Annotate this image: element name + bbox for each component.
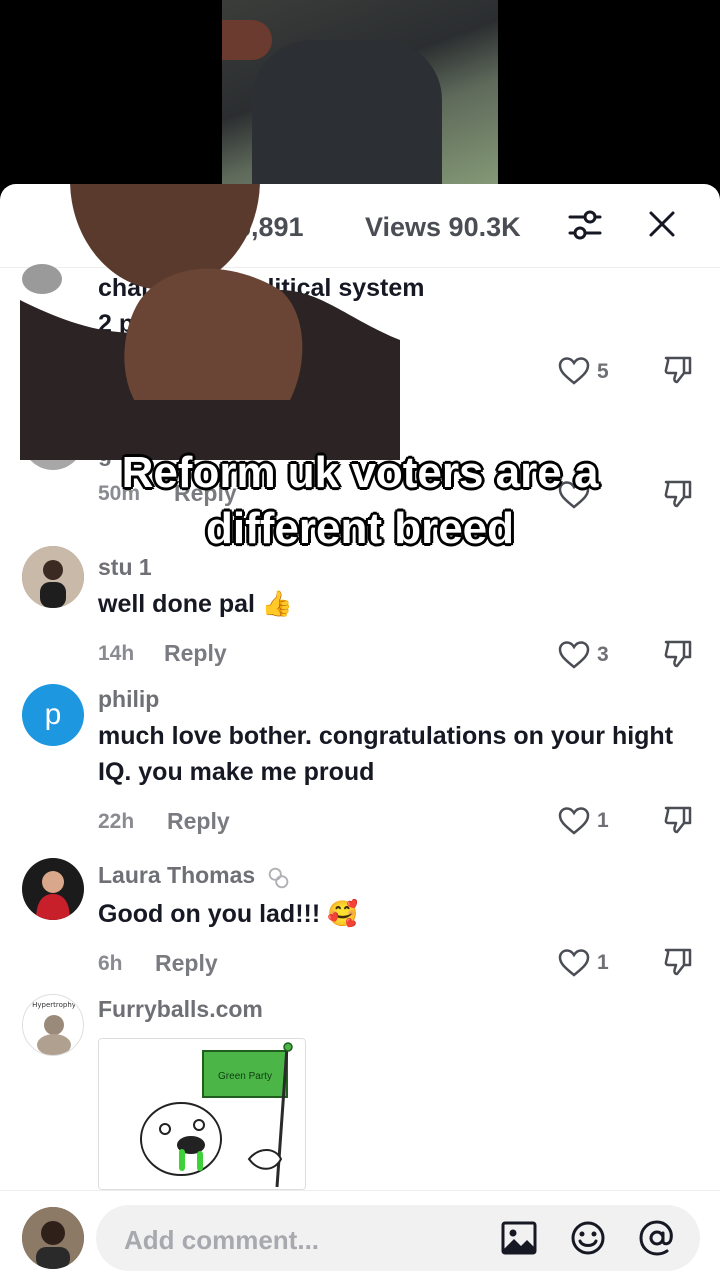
video-caption-line-1: Reform uk voters are a — [121, 448, 599, 497]
comment-username[interactable]: stu 1 — [98, 554, 152, 581]
comment-text: much love bother. congratulations on you… — [98, 722, 674, 786]
gif-sticker[interactable]: Green Party — [98, 1038, 306, 1190]
dislike-icon[interactable] — [662, 946, 694, 978]
image-icon[interactable] — [500, 1219, 538, 1257]
emoji-icon[interactable] — [569, 1219, 607, 1257]
comment-time: 22h — [98, 810, 135, 833]
heart-icon[interactable] — [558, 356, 590, 386]
comment-composer: Add comment... — [0, 1190, 720, 1280]
comment-time: 14h — [98, 642, 135, 665]
avatar-hypertrophy-icon: Hypertrophy — [23, 995, 83, 1055]
video-frame-right — [222, 0, 498, 200]
avatar[interactable] — [22, 858, 84, 920]
close-icon[interactable] — [644, 206, 680, 242]
person-jacket — [252, 40, 442, 200]
reply-button[interactable]: Reply — [167, 808, 230, 835]
avatar-person-icon — [22, 858, 84, 920]
avatar-person-icon — [22, 1207, 84, 1269]
like-count: 3 — [597, 643, 609, 666]
filter-icon[interactable] — [566, 206, 604, 244]
comment-username[interactable]: Laura Thomas — [98, 862, 255, 889]
comment-sheet: 6,891 Views 90.3K change the political s… — [0, 184, 720, 1280]
avatar[interactable] — [22, 546, 84, 608]
svg-text:Hypertrophy: Hypertrophy — [32, 1001, 76, 1009]
person-mouth — [222, 20, 272, 60]
dislike-icon[interactable] — [662, 804, 694, 836]
comment-time: 6h — [98, 952, 123, 975]
gender-symbol-icon — [268, 867, 289, 889]
comment-username[interactable]: Furryballs.com — [98, 996, 263, 1023]
comment-text: well done pal 👍 — [98, 590, 294, 618]
person-overlay-image — [20, 184, 400, 460]
like-count: 5 — [597, 360, 609, 383]
reply-button[interactable]: Reply — [164, 640, 227, 667]
avatar-person-icon — [22, 546, 84, 608]
video-background — [0, 0, 720, 200]
heart-icon[interactable] — [558, 640, 590, 670]
at-icon[interactable] — [638, 1219, 676, 1257]
heart-icon[interactable] — [558, 806, 590, 836]
avatar[interactable]: Hypertrophy — [22, 994, 84, 1056]
my-avatar[interactable] — [22, 1207, 84, 1269]
video-caption-line-2: different breed — [205, 504, 515, 553]
heart-icon[interactable] — [558, 948, 590, 978]
comment-text: Good on you lad!!! 🥰 — [98, 900, 359, 928]
like-count: 1 — [597, 809, 609, 832]
dislike-icon[interactable] — [662, 638, 694, 670]
avatar-letter: p — [44, 698, 62, 731]
dislike-icon[interactable] — [662, 354, 694, 386]
gif-green-party-image: Green Party — [99, 1039, 305, 1189]
reply-button[interactable]: Reply — [155, 950, 218, 977]
person-face-image — [20, 184, 400, 460]
avatar[interactable]: p — [22, 684, 84, 746]
like-count: 1 — [597, 951, 609, 974]
comment-username[interactable]: philip — [98, 686, 159, 713]
svg-text:Green Party: Green Party — [218, 1071, 272, 1082]
comment-input-placeholder: Add comment... — [124, 1225, 320, 1255]
